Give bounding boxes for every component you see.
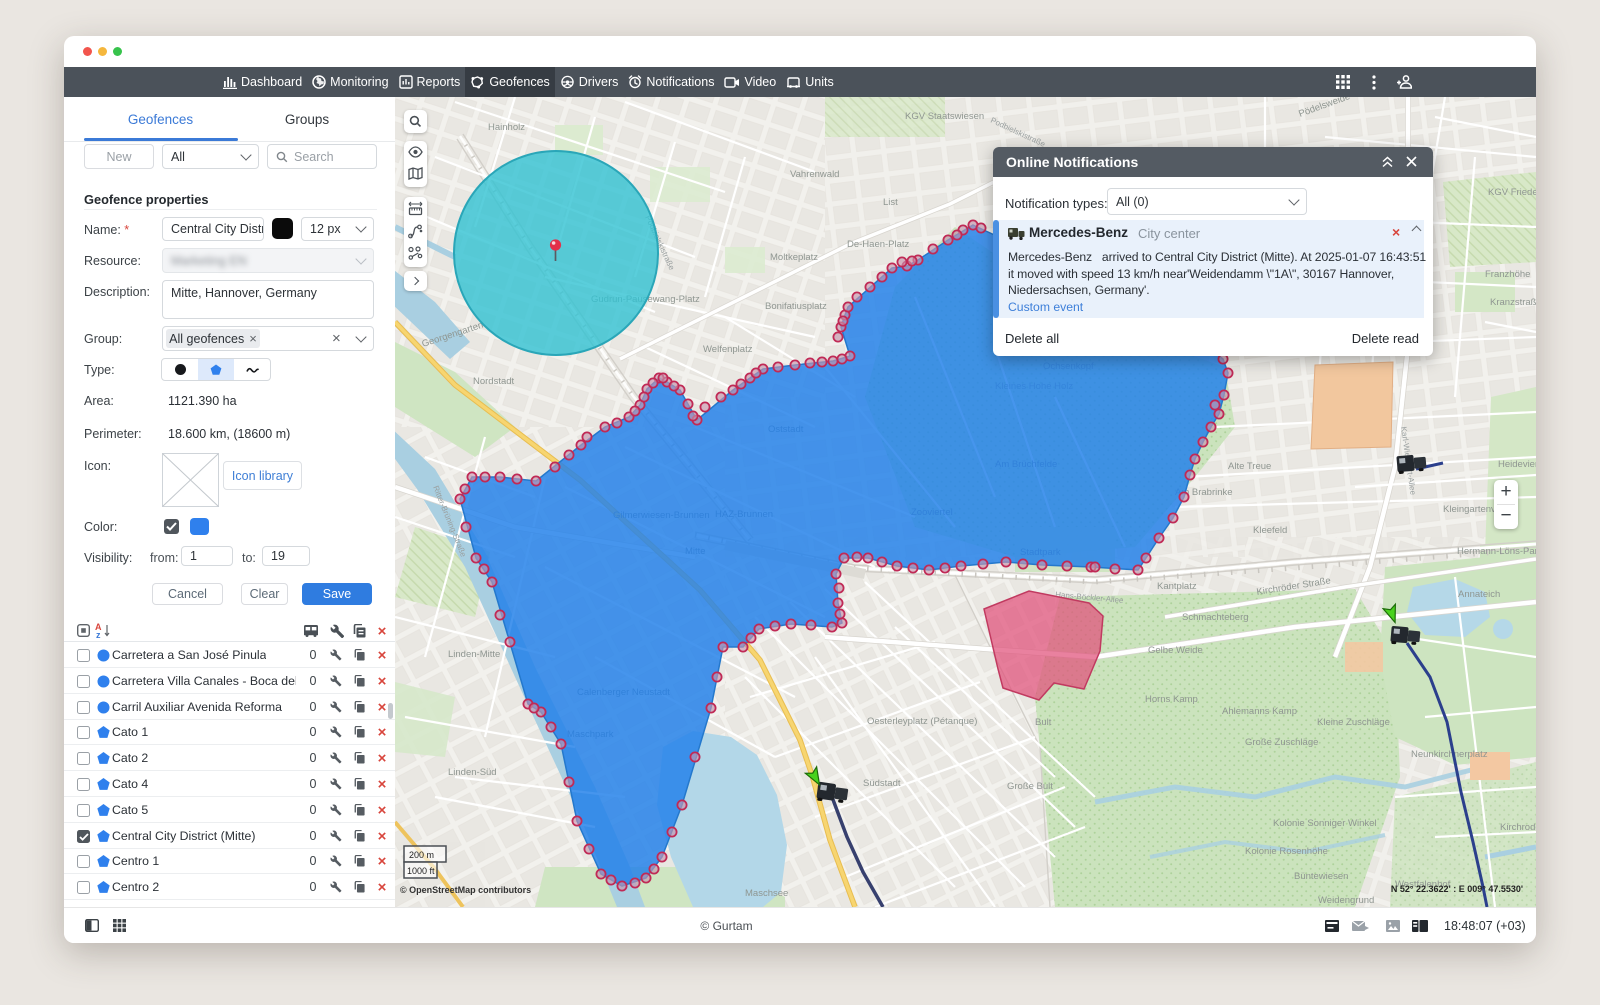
svg-text:Oesterleyplatz (Pétanque): Oesterleyplatz (Pétanque)	[867, 716, 977, 727]
svg-text:List: List	[883, 197, 898, 208]
svg-text:De-Haen-Platz: De-Haen-Platz	[847, 239, 910, 250]
svg-text:Maschsee: Maschsee	[745, 888, 788, 899]
svg-text:Horns Kamp: Horns Kamp	[1145, 694, 1198, 705]
svg-text:Hainholz: Hainholz	[488, 122, 525, 133]
svg-text:KGV Friedenstal: KGV Friedenstal	[1488, 187, 1536, 198]
svg-text:KGV Staatswiesen: KGV Staatswiesen	[905, 111, 984, 122]
svg-text:Bult: Bult	[1035, 717, 1052, 728]
svg-text:200 m: 200 m	[409, 850, 434, 860]
svg-text:Hermann-Löns-Park: Hermann-Löns-Park	[1457, 546, 1536, 557]
svg-text:Große Zuschläge: Große Zuschläge	[1245, 737, 1318, 748]
svg-text:Moltkeplatz: Moltkeplatz	[770, 252, 818, 263]
svg-text:Bonifatiusplatz: Bonifatiusplatz	[765, 301, 827, 312]
svg-text:Alte Treue: Alte Treue	[1228, 461, 1271, 472]
svg-text:Kantplatz: Kantplatz	[1157, 581, 1197, 592]
svg-text:Heideviertel: Heideviertel	[1498, 459, 1536, 470]
svg-text:Vahrenwald: Vahrenwald	[790, 169, 839, 180]
svg-text:Franzhöhe: Franzhöhe	[1485, 269, 1530, 280]
svg-text:Weidengrund: Weidengrund	[1318, 895, 1374, 906]
svg-text:Neunkirchnerplatz: Neunkirchnerplatz	[1411, 749, 1488, 760]
svg-text:Linden-Süd: Linden-Süd	[448, 767, 497, 778]
svg-text:Kirchrode: Kirchrode	[1500, 822, 1536, 833]
svg-text:Südstadt: Südstadt	[863, 778, 901, 789]
svg-text:Schmachteberg: Schmachteberg	[1182, 612, 1249, 623]
svg-text:Kleine Zuschläge: Kleine Zuschläge	[1317, 717, 1390, 728]
svg-text:Büntewiesen: Büntewiesen	[1294, 871, 1348, 882]
svg-text:Nordstadt: Nordstadt	[473, 376, 515, 387]
svg-text:Ahlemanns Kamp: Ahlemanns Kamp	[1222, 706, 1297, 717]
svg-text:Annateich: Annateich	[1458, 589, 1500, 600]
svg-text:Kleefeld: Kleefeld	[1253, 525, 1287, 536]
svg-text:N 52° 22.3622' : E 009° 47.553: N 52° 22.3622' : E 009° 47.5530'	[1391, 884, 1523, 894]
svg-text:Große Bult: Große Bult	[1007, 781, 1053, 792]
svg-text:© OpenStreetMap contributors: © OpenStreetMap contributors	[400, 885, 531, 895]
svg-text:Gelbe Weide: Gelbe Weide	[1148, 645, 1203, 656]
svg-text:Linden-Mitte: Linden-Mitte	[448, 649, 500, 660]
svg-text:Kolonie Sonniger Winkel: Kolonie Sonniger Winkel	[1273, 818, 1377, 829]
svg-text:1000 ft: 1000 ft	[407, 866, 435, 876]
svg-text:Kranzstraße: Kranzstraße	[1490, 297, 1536, 308]
svg-text:Kolonie Rosenhöhe: Kolonie Rosenhöhe	[1245, 846, 1328, 857]
svg-text:Welfenplatz: Welfenplatz	[703, 344, 753, 355]
